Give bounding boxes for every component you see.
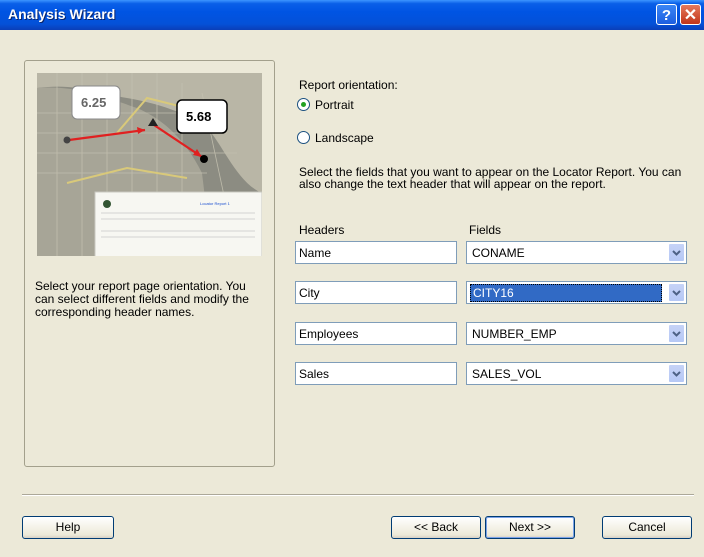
report-title-mini: Locator Report 1	[200, 201, 231, 206]
field-select-city[interactable]: CITY16	[466, 281, 687, 304]
orientation-label: Report orientation:	[299, 78, 398, 92]
header-input-name[interactable]: Name	[295, 241, 457, 264]
portrait-radio[interactable]	[297, 98, 310, 111]
help-title-button[interactable]: ?	[656, 4, 677, 25]
window-title: Analysis Wizard	[8, 6, 116, 22]
field-select-value: CITY16	[470, 284, 662, 302]
cancel-button[interactable]: Cancel	[602, 516, 692, 539]
question-icon: ?	[661, 7, 672, 24]
fields-column-label: Fields	[469, 223, 502, 237]
header-input-city[interactable]: City	[295, 281, 457, 304]
distance-label-left: 6.25	[81, 95, 106, 110]
button-separator	[22, 494, 694, 496]
chevron-down-icon	[672, 250, 681, 256]
chevron-down-icon	[672, 290, 681, 296]
help-button[interactable]: Help	[22, 516, 114, 539]
landscape-radio[interactable]	[297, 131, 310, 144]
portrait-label: Portrait	[315, 98, 354, 112]
fields-instructions: Select the fields that you want to appea…	[299, 165, 682, 191]
close-title-button[interactable]: ✕	[680, 4, 701, 25]
portrait-radio-option[interactable]: Portrait	[297, 96, 417, 114]
map-preview-image: 6.25 5.68 Locator Report 1	[37, 73, 262, 256]
distance-label-right: 5.68	[186, 109, 211, 124]
field-select-employees[interactable]: NUMBER_EMP	[466, 322, 687, 345]
back-button[interactable]: << Back	[391, 516, 481, 539]
map-illustration: 6.25 5.68 Locator Report 1	[37, 73, 262, 256]
headers-column-label: Headers	[299, 223, 345, 237]
close-icon: ✕	[683, 7, 698, 24]
field-select-name[interactable]: CONAME	[466, 241, 687, 264]
chevron-down-icon	[672, 371, 681, 377]
dropdown-button[interactable]	[668, 283, 685, 302]
dropdown-button[interactable]	[668, 243, 685, 262]
header-input-employees[interactable]: Employees	[295, 322, 457, 345]
step-description: Select your report page orientation. You…	[35, 279, 249, 319]
field-select-sales[interactable]: SALES_VOL	[466, 362, 687, 385]
landscape-label: Landscape	[315, 131, 374, 145]
field-select-value: SALES_VOL	[472, 367, 542, 381]
next-button[interactable]: Next >>	[485, 516, 575, 539]
dropdown-button[interactable]	[668, 324, 685, 343]
landscape-radio-option[interactable]: Landscape	[297, 129, 417, 147]
dropdown-button[interactable]	[668, 364, 685, 383]
info-panel: 6.25 5.68 Locator Report 1 Select your r…	[24, 60, 275, 467]
chevron-down-icon	[672, 331, 681, 337]
field-select-value: CONAME	[472, 246, 525, 260]
header-input-sales[interactable]: Sales	[295, 362, 457, 385]
title-bar[interactable]: Analysis Wizard ? ✕	[0, 0, 704, 30]
field-select-value: NUMBER_EMP	[472, 327, 557, 341]
